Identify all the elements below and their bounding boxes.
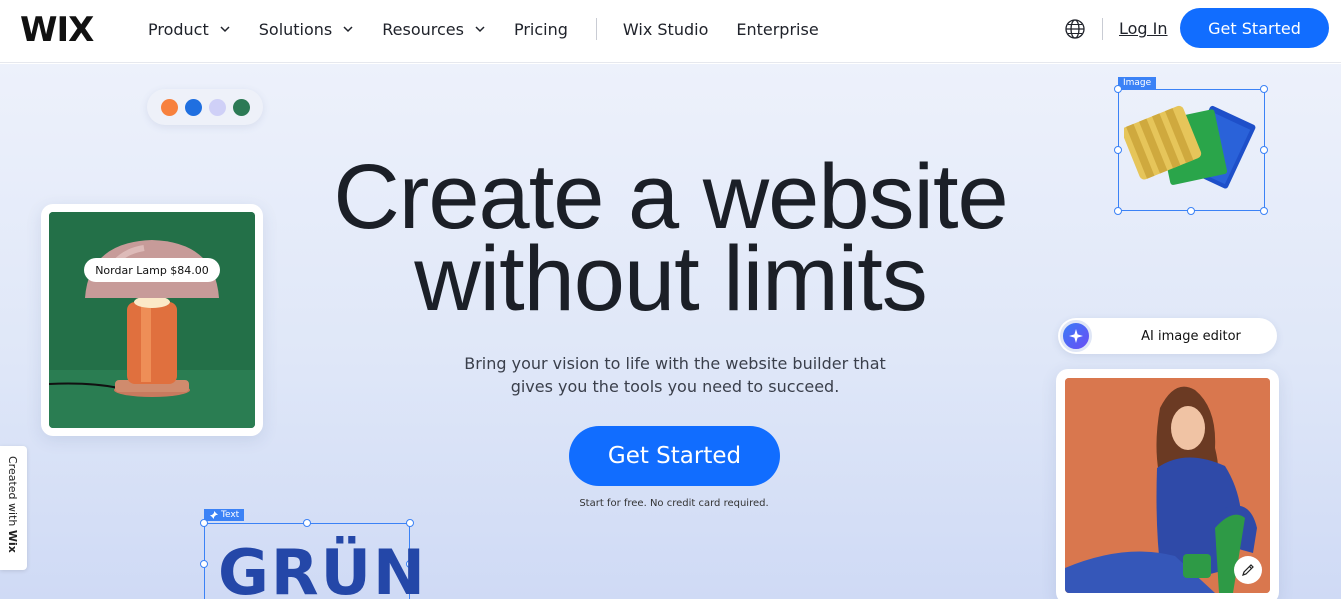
color-swatch[interactable] [232, 98, 250, 116]
chevron-down-icon [475, 26, 485, 33]
get-started-nav-button[interactable]: Get Started [1180, 8, 1329, 48]
resize-handle[interactable] [1260, 146, 1268, 154]
created-with-wix-label: Created with Wix [6, 456, 19, 553]
product-card-lamp[interactable] [41, 204, 263, 436]
resize-handle[interactable] [1114, 85, 1122, 93]
nav-item-pricing[interactable]: Pricing [514, 20, 568, 39]
subtitle-line: Bring your vision to life with the websi… [464, 354, 886, 373]
nav-item-label: Wix Studio [622, 19, 709, 39]
nav-item-product[interactable]: Product [148, 20, 231, 39]
nav-divider [595, 18, 597, 40]
resize-handle[interactable] [1260, 207, 1268, 215]
wix-logo[interactable]: WIX [20, 10, 94, 50]
nav-item-resources[interactable]: Resources [382, 20, 486, 39]
lamp-image [49, 212, 255, 428]
edit-image-button[interactable] [1234, 556, 1262, 584]
resize-handle[interactable] [303, 519, 311, 527]
nav-divider [1102, 18, 1103, 40]
grun-text-sample: GRÜN [218, 536, 427, 599]
text-tag-label: Text [221, 510, 240, 520]
color-swatch-picker [147, 89, 263, 125]
nav-item-enterprise[interactable]: Enterprise [736, 20, 818, 39]
lamp-illustration [49, 212, 255, 428]
sparkle-icon [1060, 320, 1092, 352]
ai-image-editor-label: AI image editor [1141, 329, 1241, 344]
resize-handle[interactable] [1260, 85, 1268, 93]
nav-item-label: Resources [382, 19, 464, 39]
badge-prefix: Created with [6, 456, 19, 527]
badge-brand: Wix [6, 529, 19, 553]
image-selection-tag: Image [1118, 77, 1157, 89]
nav-menu: Product Solutions Resources Pricing Wix … [148, 18, 847, 40]
pin-icon [210, 510, 218, 519]
color-swatch[interactable] [160, 98, 178, 116]
color-swatch[interactable] [184, 98, 202, 116]
price-tag: Nordar Lamp $84.00 [84, 258, 220, 282]
nav-item-label: Pricing [513, 19, 568, 39]
subtitle-line: gives you the tools you need to succeed. [510, 377, 840, 396]
nav-item-label: Product [148, 19, 209, 39]
hero-subtitle: Bring your vision to life with the websi… [420, 352, 930, 398]
nav-item-wix-studio[interactable]: Wix Studio [623, 20, 708, 39]
nav-item-label: Solutions [258, 19, 333, 39]
resize-handle[interactable] [406, 519, 414, 527]
hero-section: Create a website without limits Bring yo… [0, 64, 1341, 599]
resize-handle[interactable] [1114, 207, 1122, 215]
globe-icon[interactable] [1064, 18, 1086, 40]
resize-handle[interactable] [1187, 207, 1195, 215]
chevron-down-icon [343, 26, 353, 33]
login-link[interactable]: Log In [1119, 19, 1168, 38]
headline-line: without limits [414, 228, 928, 330]
get-started-hero-button[interactable]: Get Started [569, 426, 780, 486]
resize-handle[interactable] [200, 519, 208, 527]
swatch-books-image [1124, 105, 1256, 189]
text-selection-tag: Text [204, 509, 245, 521]
color-swatch[interactable] [208, 98, 226, 116]
chevron-down-icon [220, 26, 230, 33]
resize-handle[interactable] [200, 560, 208, 568]
resize-handle[interactable] [1114, 146, 1122, 154]
pencil-icon [1242, 564, 1254, 576]
nav-item-solutions[interactable]: Solutions [259, 20, 355, 39]
nav-item-label: Enterprise [736, 19, 819, 39]
top-navbar: WIX Product Solutions Resources Pricing … [0, 0, 1341, 63]
